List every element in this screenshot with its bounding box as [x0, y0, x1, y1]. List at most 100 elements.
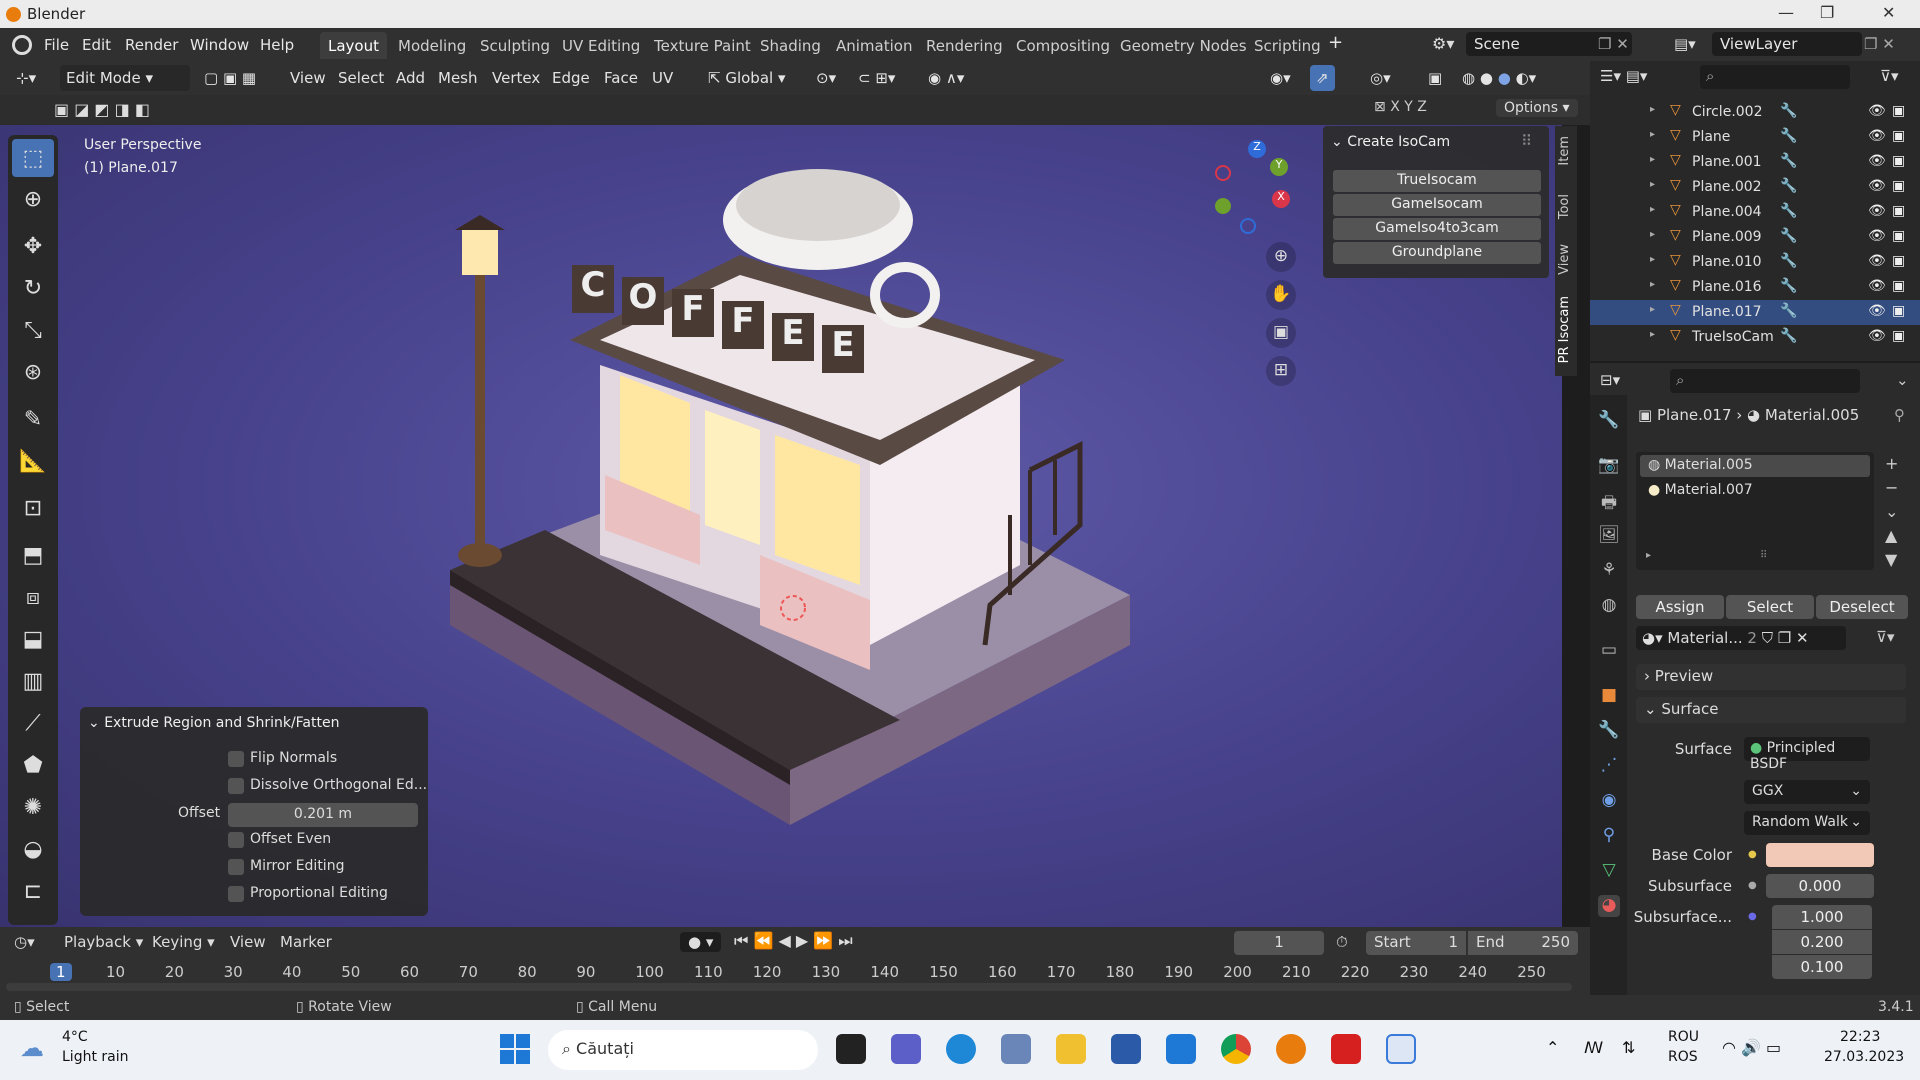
properties-options-icon[interactable]: ⌄ [1896, 371, 1909, 389]
clock-time[interactable]: 22:23 [1840, 1029, 1880, 1045]
outliner-row[interactable]: ▸ ▽ TrueIsoCam 🔧 👁 ▣ [1590, 325, 1920, 350]
material-datablock-field[interactable]: ◕▾ Material... 2 ⛉ ❐ ✕ [1636, 626, 1846, 650]
gizmo-z-icon[interactable]: Z [1248, 140, 1266, 158]
clock-date[interactable]: 27.03.2023 [1824, 1049, 1904, 1065]
outliner-item-label[interactable]: Plane.016 [1692, 279, 1762, 295]
render-icon[interactable]: ▣ [1892, 103, 1905, 119]
pan-hand-icon[interactable]: ✋ [1266, 280, 1296, 310]
output-props-icon[interactable]: 🖶 [1598, 490, 1620, 513]
collection-props-icon[interactable]: ▭ [1598, 640, 1620, 662]
menu-add[interactable]: Add [390, 65, 431, 91]
world-props-icon[interactable]: ◍ [1598, 595, 1620, 617]
gizmo-neg-y-icon[interactable] [1215, 198, 1231, 214]
navigation-gizmo[interactable]: Z Y X [1200, 140, 1300, 240]
render-icon[interactable]: ▣ [1892, 328, 1905, 344]
eye-icon[interactable]: 👁 [1868, 228, 1886, 244]
assign-button[interactable]: Assign [1636, 595, 1724, 619]
weather-desc[interactable]: Light rain [62, 1049, 129, 1065]
gameiso4to3cam-button[interactable]: GameIso4to3cam [1333, 218, 1541, 240]
cursor-tool-icon[interactable]: ⊕ [12, 180, 54, 218]
options-dropdown[interactable]: Options ▾ [1496, 99, 1578, 117]
gizmo-x-icon[interactable]: X [1272, 190, 1290, 208]
render-icon[interactable]: ▣ [1892, 228, 1905, 244]
offset-field[interactable]: 0.201 m [228, 803, 418, 827]
filter-icon[interactable]: ⊽▾ [1880, 67, 1899, 85]
start-frame-field[interactable]: Start 1 [1366, 931, 1466, 955]
base-color-socket-icon[interactable]: ● [1748, 849, 1757, 860]
outliner-search-input[interactable]: ⌕ [1700, 65, 1850, 89]
tray-app-icon[interactable]: ꟿ [1584, 1038, 1603, 1057]
rotate-tool-icon[interactable]: ↻ [12, 269, 54, 307]
gizmo-neg-z-icon[interactable] [1240, 218, 1256, 234]
radius-x-field[interactable]: 1.000 [1772, 905, 1872, 929]
xray-icon[interactable]: ▣ [1422, 65, 1448, 91]
current-frame-field[interactable]: 1 [1234, 931, 1324, 955]
render-icon[interactable]: ▣ [1892, 253, 1905, 269]
edge-icon[interactable] [946, 1034, 976, 1064]
pivot-icon[interactable]: ⊙▾ [810, 65, 842, 91]
tab-sculpting[interactable]: Sculpting [472, 32, 558, 59]
expand-icon[interactable]: ▸ [1646, 550, 1651, 561]
outliner-row[interactable]: ▸ ▽ Plane.009 🔧 👁 ▣ [1590, 225, 1920, 250]
select-box-tool-icon[interactable]: ⬚ [12, 139, 54, 177]
gameisocam-button[interactable]: GameIsocam [1333, 194, 1541, 216]
add-workspace-icon[interactable]: + [1328, 32, 1343, 53]
menu-playback[interactable]: Playback ▾ [64, 933, 143, 951]
menu-window[interactable]: Window [190, 36, 249, 54]
timeline-editor-icon[interactable]: ◷▾ [14, 933, 35, 951]
expand-arrow-icon[interactable]: ▸ [1650, 154, 1655, 165]
tool-props-icon[interactable]: 🔧 [1598, 410, 1620, 432]
subsurface-socket-icon[interactable]: ● [1748, 880, 1757, 891]
particles-props-icon[interactable]: ⋰ [1598, 755, 1620, 777]
operator-header[interactable]: ⌄ Extrude Region and Shrink/Fatten [88, 715, 339, 731]
language-code[interactable]: ROU [1668, 1029, 1699, 1045]
surface-shader-field[interactable]: ● Principled BSDF [1744, 737, 1870, 772]
eye-icon[interactable]: 👁 [1868, 178, 1886, 194]
scale-tool-icon[interactable]: ⤡ [12, 311, 54, 349]
material-filter-icon[interactable]: ⊽▾ [1876, 628, 1895, 646]
inset-tool-icon[interactable]: ⧈ [12, 578, 54, 616]
tab-tool[interactable]: Tool [1557, 194, 1575, 219]
trueisocam-button[interactable]: TrueIsocam [1333, 170, 1541, 192]
file-explorer-icon[interactable] [1056, 1034, 1086, 1064]
tray-chevron-icon[interactable]: ⌃ [1546, 1038, 1559, 1057]
tab-texture-paint[interactable]: Texture Paint [646, 32, 759, 59]
flip-normals-checkbox[interactable] [228, 751, 244, 767]
expand-arrow-icon[interactable]: ▸ [1650, 204, 1655, 215]
gizmo-neg-x-icon[interactable] [1215, 165, 1231, 181]
measure-tool-icon[interactable]: 📐 [12, 442, 54, 480]
photos-icon[interactable] [1001, 1034, 1031, 1064]
eye-icon[interactable]: 👁 [1868, 328, 1886, 344]
mail-icon[interactable] [1166, 1034, 1196, 1064]
proportional-icon[interactable]: ◉ ∧▾ [922, 65, 970, 91]
tab-geometry-nodes[interactable]: Geometry Nodes [1112, 32, 1255, 59]
tab-modeling[interactable]: Modeling [390, 32, 474, 59]
weather-icon[interactable]: ☁ [20, 1034, 44, 1062]
expand-arrow-icon[interactable]: ▸ [1650, 229, 1655, 240]
menu-keying[interactable]: Keying ▾ [152, 933, 215, 951]
eye-icon[interactable]: 👁 [1868, 303, 1886, 319]
menu-face[interactable]: Face [598, 65, 644, 91]
tab-rendering[interactable]: Rendering [918, 32, 1011, 59]
constraints-props-icon[interactable]: ⚲ [1598, 825, 1620, 847]
eye-icon[interactable]: 👁 [1868, 253, 1886, 269]
render-icon[interactable]: ▣ [1892, 153, 1905, 169]
minimize-icon[interactable]: — [1778, 3, 1794, 22]
mirror-axes[interactable]: ⊠ X Y Z [1374, 99, 1427, 115]
clock-icon[interactable]: ⏱ [1336, 933, 1348, 951]
edge-slide-tool-icon[interactable]: ⊏ [12, 872, 54, 910]
menu-help[interactable]: Help [260, 36, 294, 54]
expand-arrow-icon[interactable]: ▸ [1650, 104, 1655, 115]
outliner-item-label[interactable]: Plane.010 [1692, 254, 1762, 270]
render-icon[interactable]: ▣ [1892, 128, 1905, 144]
restore-icon[interactable]: ❐ [1820, 3, 1834, 22]
knife-tool-icon[interactable]: ⟋ [12, 704, 54, 742]
editor-type-icon[interactable]: ⊹▾ [10, 65, 42, 91]
outliner-row[interactable]: ▸ ▽ Plane.004 🔧 👁 ▣ [1590, 200, 1920, 225]
tab-scripting[interactable]: Scripting [1246, 32, 1329, 59]
outliner-item-label[interactable]: Circle.002 [1692, 104, 1763, 120]
expand-arrow-icon[interactable]: ▸ [1650, 129, 1655, 140]
outliner-item-label[interactable]: Plane.009 [1692, 229, 1762, 245]
menu-render[interactable]: Render [125, 36, 178, 54]
base-color-swatch[interactable] [1766, 843, 1874, 867]
